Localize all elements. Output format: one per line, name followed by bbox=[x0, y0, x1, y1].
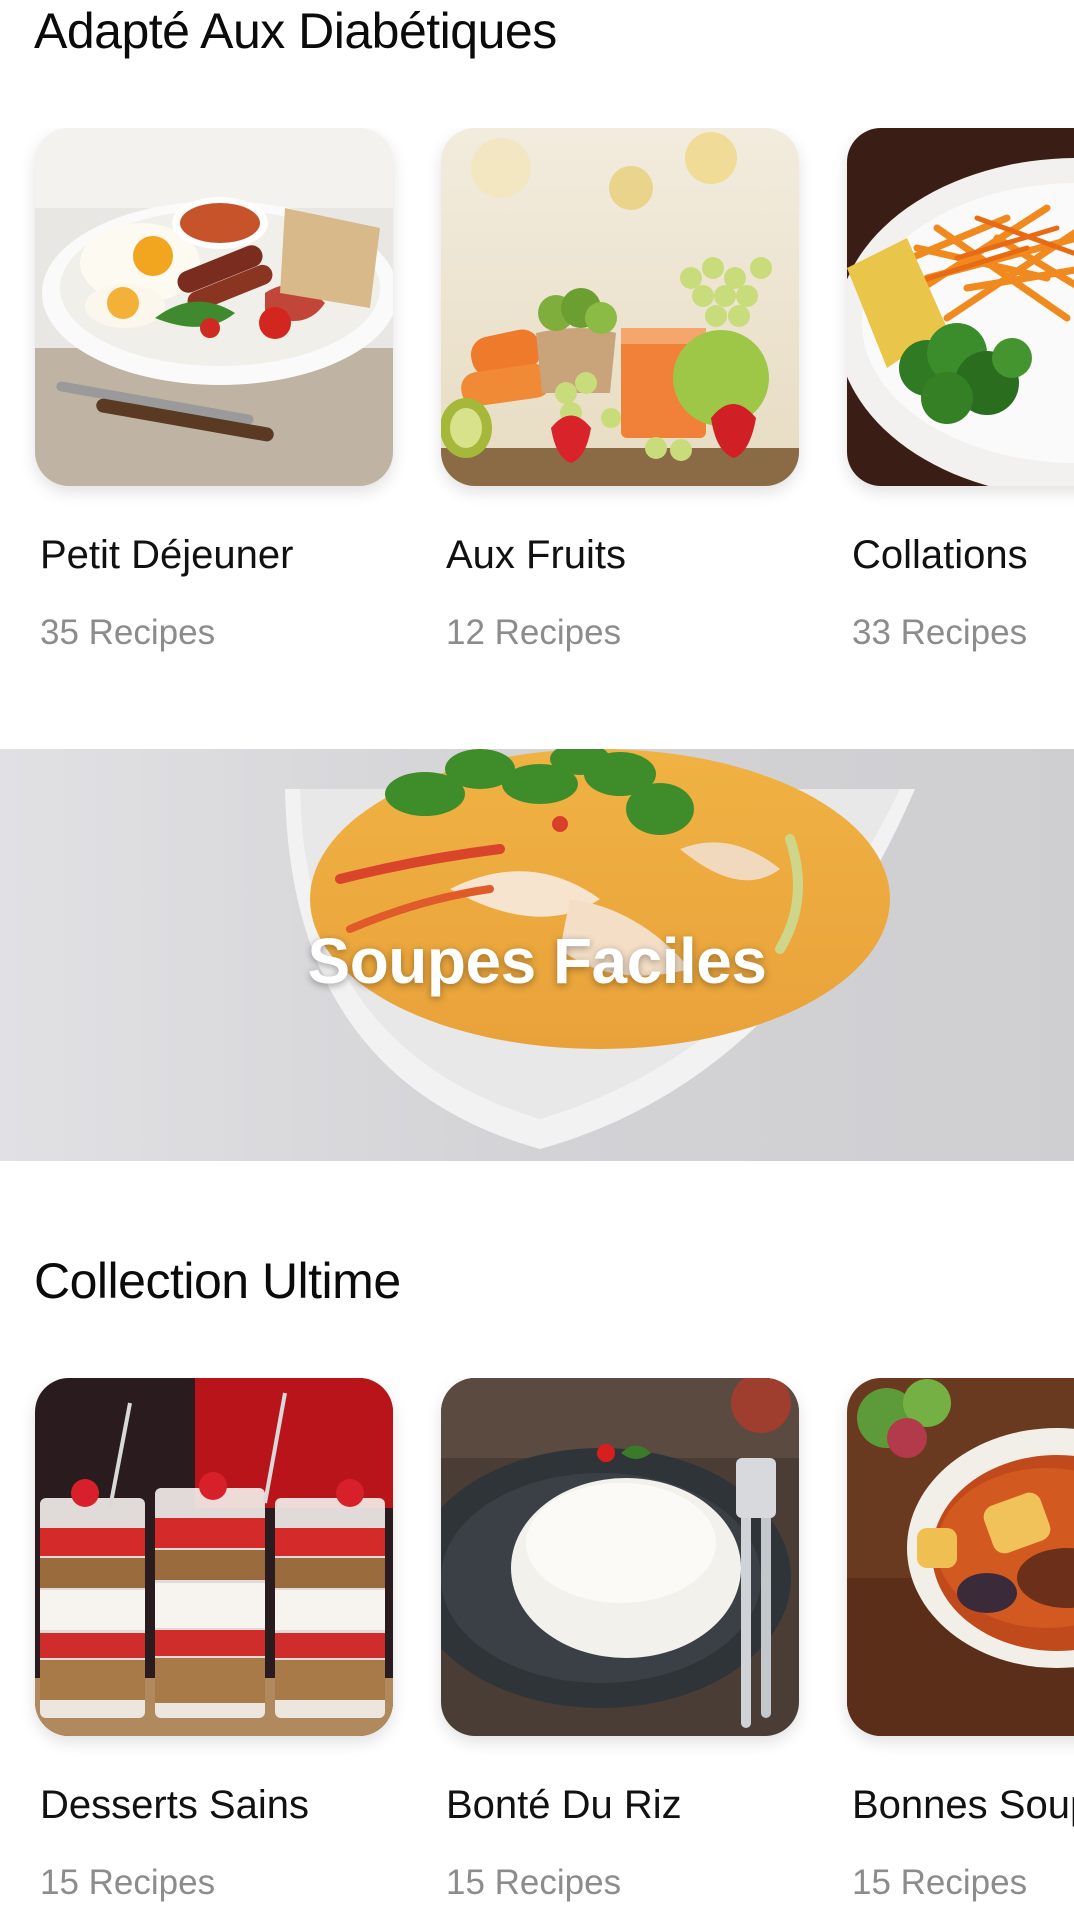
card-image-fruits bbox=[441, 128, 799, 486]
card-title: Petit Déjeuner bbox=[40, 533, 294, 577]
banner-title: Soupes Faciles bbox=[307, 925, 767, 997]
card-title: Aux Fruits bbox=[446, 533, 627, 577]
card-recipe-count: 15 Recipes bbox=[40, 1863, 216, 1902]
card-title: Desserts Sains bbox=[40, 1783, 309, 1827]
card-title: Collations bbox=[852, 533, 1028, 577]
card-image-carrot-salad bbox=[847, 128, 1074, 486]
recipe-collections-screen: Adapté Aux Diabétiques Petit Déjeuner 35… bbox=[0, 0, 1074, 1918]
card-recipe-count: 33 Recipes bbox=[852, 613, 1028, 652]
card-recipe-count: 15 Recipes bbox=[446, 1863, 622, 1902]
section-title-diabetic: Adapté Aux Diabétiques bbox=[34, 3, 557, 59]
collection-card-bonnes-soupes[interactable]: Bonnes Soupes 15 Recipes bbox=[847, 1378, 1074, 1902]
collection-card-aux-fruits[interactable]: Aux Fruits 12 Recipes bbox=[441, 128, 799, 652]
card-recipe-count: 35 Recipes bbox=[40, 613, 216, 652]
card-image-breakfast bbox=[35, 128, 393, 486]
card-recipe-count: 12 Recipes bbox=[446, 613, 622, 652]
collection-card-bonte-du-riz[interactable]: Bonté Du Riz 15 Recipes bbox=[441, 1378, 799, 1902]
collection-card-petit-dejeuner[interactable]: Petit Déjeuner 35 Recipes bbox=[35, 128, 393, 652]
card-image-stew bbox=[847, 1378, 1074, 1736]
featured-banner-soupes-faciles[interactable]: Soupes Faciles bbox=[0, 749, 1074, 1161]
card-recipe-count: 15 Recipes bbox=[852, 1863, 1028, 1902]
card-title: Bonnes Soupes bbox=[852, 1783, 1074, 1827]
card-image-rice bbox=[441, 1378, 799, 1736]
ultimate-carousel[interactable]: Desserts Sains 15 Recipes Bonté Du Riz 1… bbox=[0, 1378, 1074, 1918]
section-title-ultimate: Collection Ultime bbox=[34, 1253, 401, 1309]
card-image-parfait bbox=[35, 1378, 393, 1736]
card-title: Bonté Du Riz bbox=[446, 1783, 682, 1827]
collection-card-collations[interactable]: Collations 33 Recipes bbox=[847, 128, 1074, 652]
collection-card-desserts-sains[interactable]: Desserts Sains 15 Recipes bbox=[35, 1378, 393, 1902]
diabetic-carousel[interactable]: Petit Déjeuner 35 Recipes Aux Fruits 12 … bbox=[0, 128, 1074, 688]
